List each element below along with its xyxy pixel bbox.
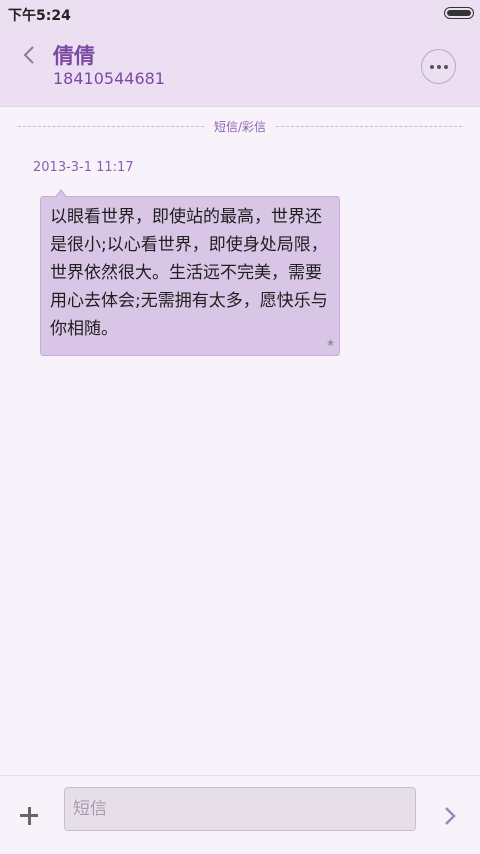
contact-number: 18410544681	[53, 69, 165, 88]
more-dots-icon	[429, 64, 434, 69]
message-timestamp: 2013-3-1 11:17	[33, 160, 134, 175]
status-bar: 下午5:24	[0, 0, 480, 28]
chevron-right-icon	[445, 807, 456, 825]
message-input[interactable]	[64, 787, 416, 831]
message-type-divider: 短信/彩信	[18, 117, 462, 135]
more-dots-icon	[443, 64, 448, 69]
divider-line	[276, 126, 462, 127]
back-button[interactable]	[14, 38, 44, 72]
more-options-button[interactable]	[421, 49, 456, 84]
composer-bar	[0, 775, 480, 854]
more-dots-icon	[436, 64, 441, 69]
conversation-header: 倩倩 18410544681	[0, 28, 480, 107]
add-attachment-button[interactable]	[16, 802, 44, 830]
bubble-tail	[56, 191, 66, 198]
chevron-left-icon	[23, 46, 34, 64]
contact-name: 倩倩	[53, 44, 95, 68]
plus-icon	[27, 806, 31, 825]
send-button[interactable]	[436, 802, 464, 830]
status-time: 下午5:24	[8, 8, 71, 24]
star-icon: ★	[326, 338, 335, 349]
battery-level	[447, 10, 471, 16]
message-text: 以眼看世界，即使站的最高，世界还是很小;以心看世界，即使身处局限，世界依然很大。…	[50, 207, 328, 339]
battery-icon	[444, 7, 474, 19]
message-bubble[interactable]: 以眼看世界，即使站的最高，世界还是很小;以心看世界，即使身处局限，世界依然很大。…	[40, 189, 340, 356]
